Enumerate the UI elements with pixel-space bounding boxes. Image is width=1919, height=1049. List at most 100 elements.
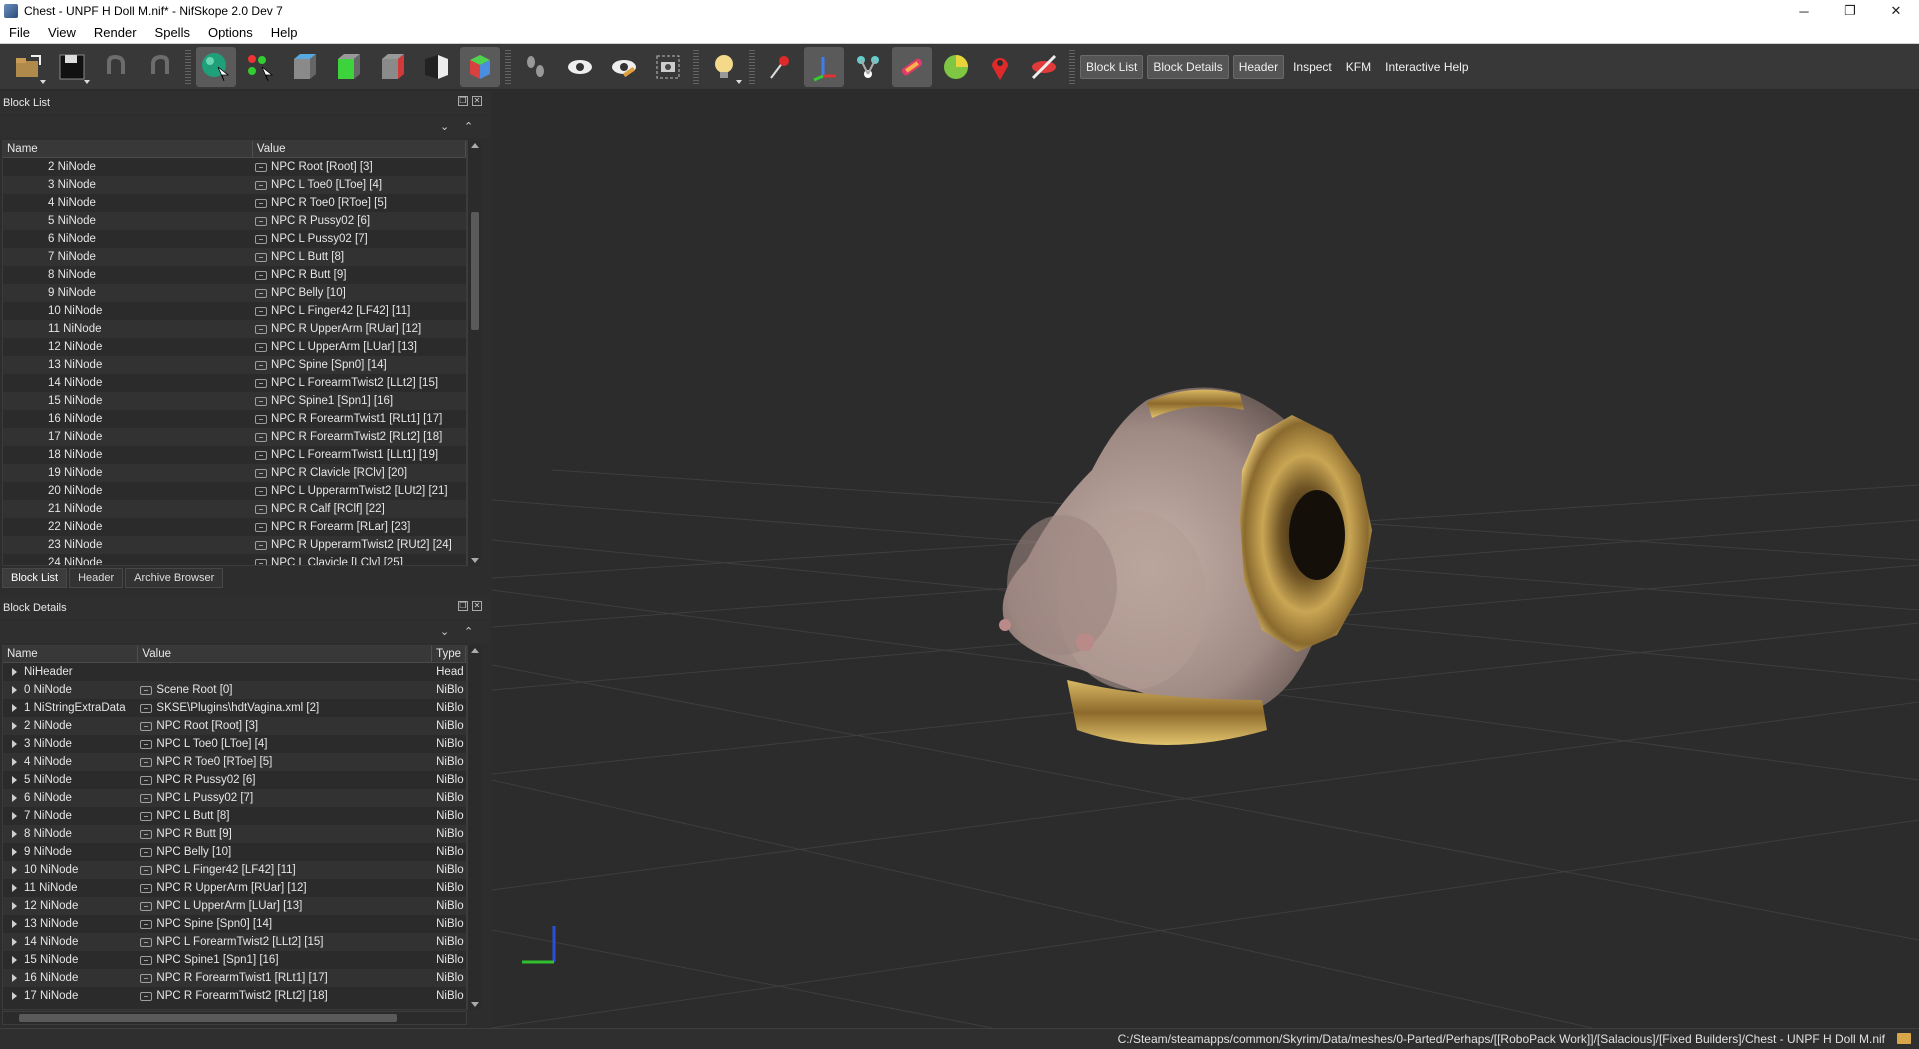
open-file-button[interactable] (8, 47, 48, 87)
minimize-button[interactable]: ─ (1781, 0, 1827, 22)
table-row[interactable]: 16 NiNode NPC R ForearmTwist1 [RLt1] [17]… (3, 969, 466, 987)
expand-arrow-icon[interactable] (12, 668, 17, 676)
expand-arrow-icon[interactable] (12, 902, 17, 910)
toolbar-block-details-toggle[interactable]: Block Details (1147, 54, 1229, 79)
show-nodes-button[interactable] (760, 47, 800, 87)
toggle-hidden-button[interactable] (604, 47, 644, 87)
close-button[interactable]: ✕ (1873, 0, 1919, 22)
hscrollbar-thumb[interactable] (19, 1014, 397, 1022)
table-row[interactable]: NiHeader Head (3, 663, 466, 681)
tab-header[interactable]: Header (69, 568, 124, 588)
show-axes-button[interactable] (804, 46, 844, 87)
table-row[interactable]: 12 NiNode NPC L UpperArm [LUar] [13] NiBlo (3, 897, 466, 915)
scroll-up-arrow-icon[interactable] (471, 143, 479, 148)
table-row[interactable]: 5 NiNode NPC R Pussy02 [6] (3, 212, 466, 230)
perspective-toggle-button[interactable] (416, 47, 456, 87)
table-row[interactable]: 12 NiNode NPC L UpperArm [LUar] [13] (3, 338, 466, 356)
render-viewport[interactable] (492, 90, 1919, 1028)
menu-view[interactable]: View (39, 25, 85, 40)
table-row[interactable]: 1 NiStringExtraData SKSE\Plugins\hdtVagin… (3, 699, 466, 717)
table-row[interactable]: 17 NiNode NPC R ForearmTwist2 [RLt2] [18] (3, 428, 466, 446)
expand-arrow-icon[interactable] (12, 758, 17, 766)
table-row[interactable]: 11 NiNode NPC R UpperArm [RUar] [12] (3, 320, 466, 338)
expand-arrow-icon[interactable] (12, 722, 17, 730)
show-markers-button[interactable] (980, 47, 1020, 87)
view-front-button[interactable] (328, 47, 368, 87)
expand-all-icon[interactable]: ⌄ (440, 625, 449, 638)
table-row[interactable]: 18 NiNode NPC L ForearmTwist1 [LLt1] [19] (3, 446, 466, 464)
expand-arrow-icon[interactable] (12, 848, 17, 856)
scrollbar-thumb[interactable] (471, 212, 479, 330)
lighting-button[interactable] (704, 47, 744, 87)
view-top-button[interactable] (284, 47, 324, 87)
expand-arrow-icon[interactable] (12, 704, 17, 712)
block-list-scrollbar[interactable] (467, 140, 481, 566)
undo-button[interactable] (96, 47, 136, 87)
expand-arrow-icon[interactable] (12, 992, 17, 1000)
scroll-down-arrow-icon[interactable] (471, 558, 479, 563)
column-header-type[interactable]: Type (432, 646, 466, 662)
table-row[interactable]: 10 NiNode NPC L Finger42 [LF42] [11] (3, 302, 466, 320)
table-row[interactable]: 4 NiNode NPC R Toe0 [RToe] [5] (3, 194, 466, 212)
screenshot-button[interactable] (648, 47, 688, 87)
close-panel-icon[interactable]: ✕ (472, 96, 482, 106)
table-row[interactable]: 0 NiNode Scene Root [0] NiBlo (3, 681, 466, 699)
float-panel-icon[interactable]: ❐ (458, 601, 468, 611)
column-header-name[interactable]: Name (3, 141, 253, 157)
menu-options[interactable]: Options (199, 25, 262, 40)
toolbar-header-toggle[interactable]: Header (1232, 54, 1285, 79)
table-row[interactable]: 8 NiNode NPC R Butt [9] NiBlo (3, 825, 466, 843)
toggle-visibility-button[interactable] (560, 47, 600, 87)
table-row[interactable]: 2 NiNode NPC Root [Root] [3] (3, 158, 466, 176)
column-header-name[interactable]: Name (3, 646, 139, 662)
walk-mode-button[interactable] (516, 47, 556, 87)
tab-block-list[interactable]: Block List (2, 568, 68, 588)
table-row[interactable]: 22 NiNode NPC R Forearm [RLar] [23] (3, 518, 466, 536)
table-row[interactable]: 16 NiNode NPC R ForearmTwist1 [RLt1] [17] (3, 410, 466, 428)
block-details-scrollbar[interactable] (467, 645, 481, 1010)
redo-button[interactable] (140, 47, 180, 87)
show-skeleton-button[interactable] (848, 47, 888, 87)
table-row[interactable]: 19 NiNode NPC R Clavicle [RClv] [20] (3, 464, 466, 482)
close-panel-icon[interactable]: ✕ (472, 601, 482, 611)
expand-all-icon[interactable]: ⌄ (440, 120, 449, 133)
scroll-up-arrow-icon[interactable] (471, 648, 479, 653)
collapse-all-icon[interactable]: ⌃ (464, 120, 473, 133)
menu-spells[interactable]: Spells (146, 25, 199, 40)
table-row[interactable]: 15 NiNode NPC Spine1 [Spn1] [16] (3, 392, 466, 410)
table-row[interactable]: 6 NiNode NPC L Pussy02 [7] (3, 230, 466, 248)
table-row[interactable]: 15 NiNode NPC Spine1 [Spn1] [16] NiBlo (3, 951, 466, 969)
table-row[interactable]: 23 NiNode NPC R UpperarmTwist2 [RUt2] [24… (3, 536, 466, 554)
view-user-button[interactable] (460, 46, 500, 87)
tab-archive-browser[interactable]: Archive Browser (125, 568, 224, 588)
column-header-value[interactable]: Value (253, 141, 466, 157)
expand-arrow-icon[interactable] (12, 956, 17, 964)
save-file-button[interactable] (52, 47, 92, 87)
select-vertex-button[interactable] (240, 47, 280, 87)
table-row[interactable]: 24 NiNode NPC L Clavicle [LClv] [25] (3, 554, 466, 565)
table-row[interactable]: 17 NiNode NPC R ForearmTwist2 [RLt2] [18]… (3, 987, 466, 1005)
table-row[interactable]: 3 NiNode NPC L Toe0 [LToe] [4] (3, 176, 466, 194)
column-header-value[interactable]: Value (138, 646, 433, 662)
expand-arrow-icon[interactable] (12, 740, 17, 748)
expand-arrow-icon[interactable] (12, 974, 17, 982)
table-row[interactable]: 11 NiNode NPC R UpperArm [RUar] [12] NiBlo (3, 879, 466, 897)
table-row[interactable]: 21 NiNode NPC R Calf [RClf] [22] (3, 500, 466, 518)
expand-arrow-icon[interactable] (12, 830, 17, 838)
expand-arrow-icon[interactable] (12, 794, 17, 802)
table-row[interactable]: 10 NiNode NPC L Finger42 [LF42] [11] NiBlo (3, 861, 466, 879)
float-panel-icon[interactable]: ❐ (458, 96, 468, 106)
table-row[interactable]: 4 NiNode NPC R Toe0 [RToe] [5] NiBlo (3, 753, 466, 771)
menu-help[interactable]: Help (262, 25, 307, 40)
table-row[interactable]: 14 NiNode NPC L ForearmTwist2 [LLt2] [15]… (3, 933, 466, 951)
table-row[interactable]: 5 NiNode NPC R Pussy02 [6] NiBlo (3, 771, 466, 789)
table-row[interactable]: 9 NiNode NPC Belly [10] (3, 284, 466, 302)
toolbar-kfm-toggle[interactable]: KFM (1341, 56, 1376, 78)
collapse-all-icon[interactable]: ⌃ (464, 625, 473, 638)
scroll-down-arrow-icon[interactable] (471, 1002, 479, 1007)
toolbar-inspect-toggle[interactable]: Inspect (1288, 56, 1337, 78)
expand-arrow-icon[interactable] (12, 686, 17, 694)
table-row[interactable]: 3 NiNode NPC L Toe0 [LToe] [4] NiBlo (3, 735, 466, 753)
table-row[interactable]: 7 NiNode NPC L Butt [8] (3, 248, 466, 266)
expand-arrow-icon[interactable] (12, 866, 17, 874)
